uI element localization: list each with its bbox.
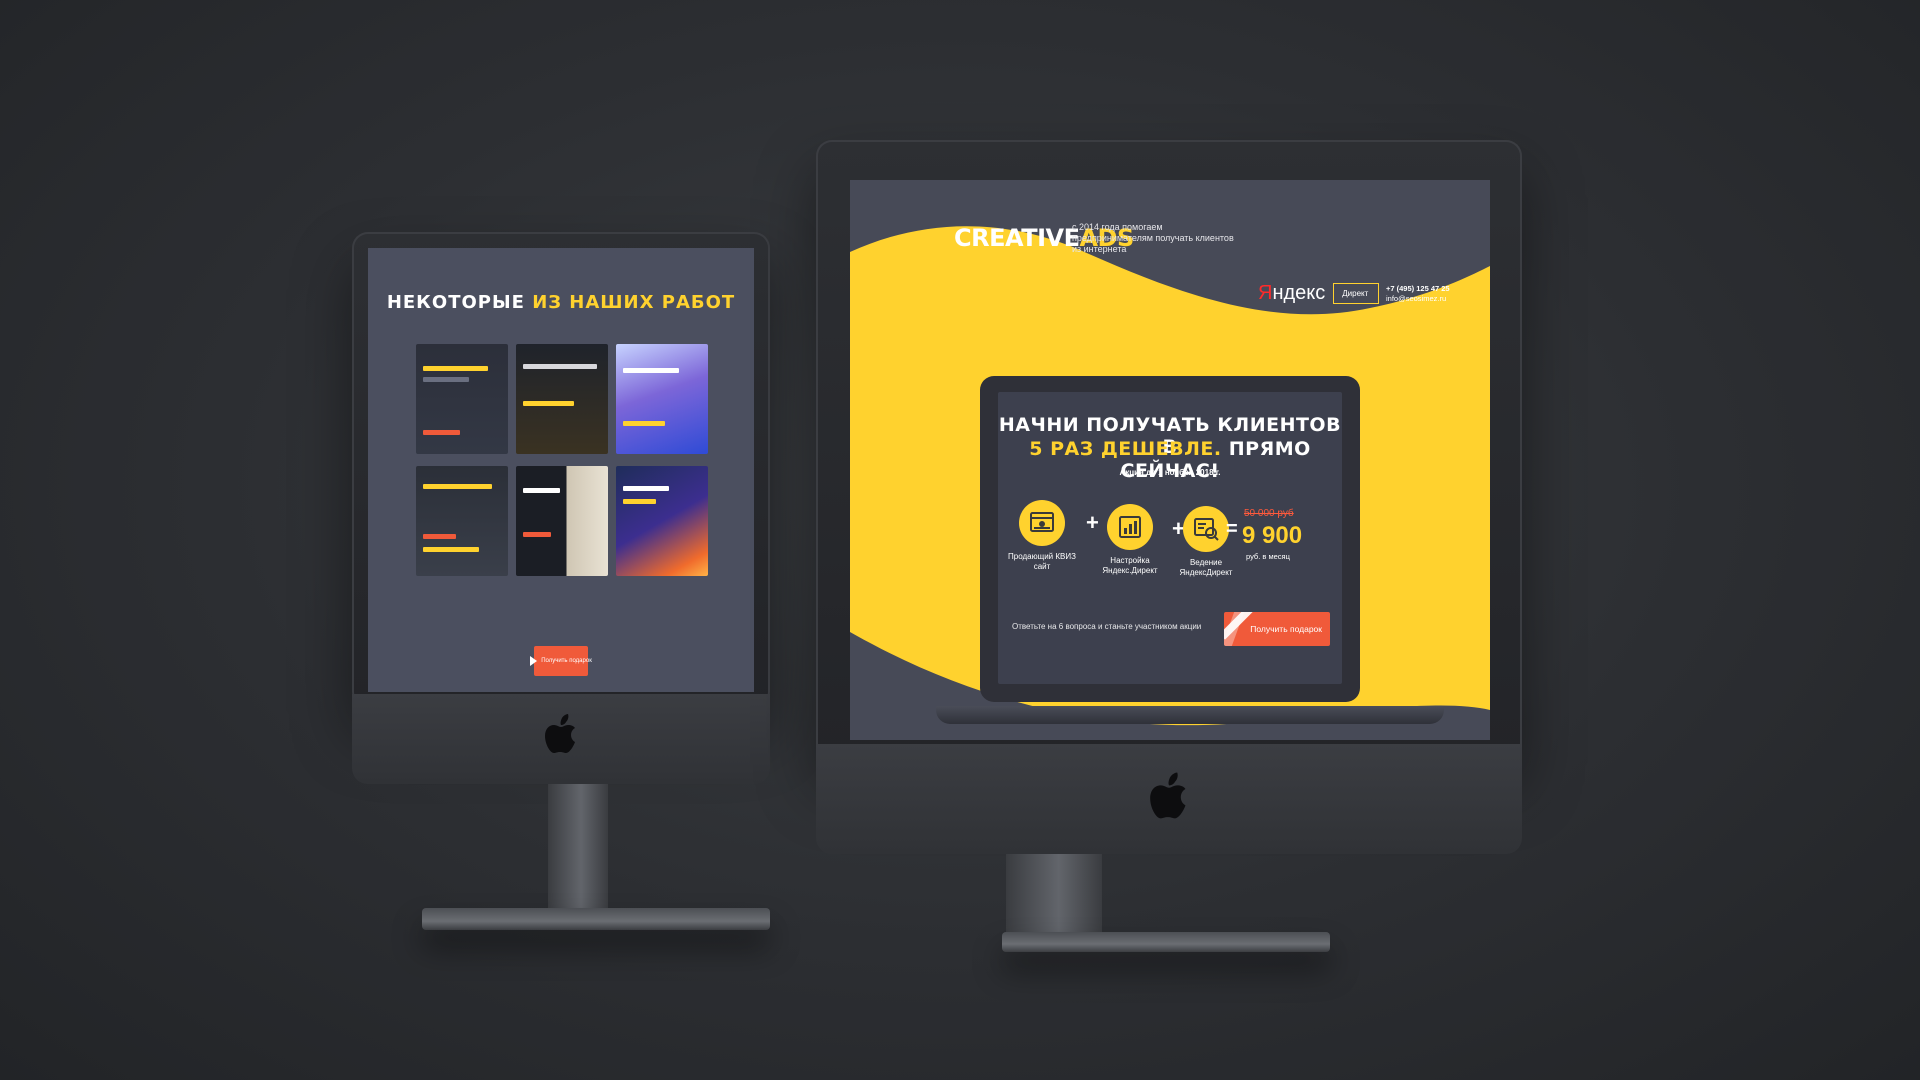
header-contacts: +7 (495) 125 47 25 info@seosimez.ru xyxy=(1386,284,1450,304)
apple-logo-icon xyxy=(544,714,578,759)
portfolio-thumbnail[interactable] xyxy=(616,466,708,576)
gift-ribbon-stripe xyxy=(1224,612,1245,646)
analytics-icon xyxy=(1183,506,1229,552)
laptop-mockup: Начни получать клиентов в 5 раз дешевле.… xyxy=(980,376,1360,702)
left-imac: Некоторые из наших работ xyxy=(352,232,770,978)
logo-main: CREATIVE xyxy=(954,224,1080,252)
get-gift-button-label: Получить подарок xyxy=(1250,624,1322,634)
laptop-base xyxy=(936,706,1444,724)
promo-deadline: Акция до 1 ноября 2018 г. xyxy=(1119,468,1221,477)
service-label: Ведение ЯндексДирект xyxy=(1179,558,1233,577)
get-gift-button-label: Получить подарок xyxy=(541,658,592,664)
old-price: 50 000 руб xyxy=(1244,508,1294,519)
right-imac-stand-neck xyxy=(1006,854,1102,934)
right-imac: CREATIVEADS с 2014 года помогаем предпри… xyxy=(816,140,1522,958)
service-label: Продающий КВИЗ сайт xyxy=(1008,552,1076,571)
header-tagline: с 2014 года помогаем предпринимателям по… xyxy=(1072,222,1234,254)
equals-operator: = xyxy=(1226,518,1238,540)
portfolio-thumbnail[interactable] xyxy=(616,344,708,454)
chart-icon xyxy=(1107,504,1153,550)
price-period: руб. в месяц xyxy=(1246,552,1290,561)
laptop-screen: Начни получать клиентов в 5 раз дешевле.… xyxy=(998,392,1342,684)
left-imac-stand-base xyxy=(422,908,770,930)
yandex-direct-partner: Яндекс Директ xyxy=(1258,282,1380,305)
right-imac-screen: CREATIVEADS с 2014 года помогаем предпри… xyxy=(850,180,1490,740)
left-imac-chin xyxy=(352,694,770,784)
play-icon xyxy=(530,656,538,666)
portfolio-thumbnail[interactable] xyxy=(416,466,508,576)
get-gift-button[interactable]: Получить подарок xyxy=(530,646,592,676)
hero-headline-highlight: 5 раз дешевле. xyxy=(1029,438,1222,460)
portfolio-thumbnail[interactable] xyxy=(516,344,608,454)
service-direct-management: Ведение ЯндексДирект xyxy=(1178,506,1234,578)
portfolio-title: Некоторые из наших работ xyxy=(368,292,754,313)
service-quiz-site: Продающий КВИЗ сайт xyxy=(1004,500,1080,572)
website-icon xyxy=(1019,500,1065,546)
left-imac-stand-neck xyxy=(548,784,608,910)
service-label: Настройка Яндекс.Директ xyxy=(1102,556,1158,575)
yandex-wordmark: Яндекс xyxy=(1258,282,1326,304)
phone-link[interactable]: +7 (495) 125 47 25 xyxy=(1386,284,1450,294)
get-gift-button[interactable]: Получить подарок xyxy=(1224,612,1330,646)
left-imac-screen: Некоторые из наших работ xyxy=(368,248,754,692)
apple-logo-icon xyxy=(1149,772,1189,825)
cta-description: Ответьте на 6 вопроса и станьте участник… xyxy=(1012,622,1202,631)
portfolio-title-highlight: из наших работ xyxy=(532,292,736,313)
portfolio-title-prefix: Некоторые xyxy=(386,292,525,313)
service-direct-setup: Настройка Яндекс.Директ xyxy=(1092,504,1168,576)
portfolio-grid xyxy=(416,344,708,576)
right-imac-stand-base xyxy=(1002,932,1330,952)
email-link[interactable]: info@seosimez.ru xyxy=(1386,294,1450,304)
portfolio-thumbnail[interactable] xyxy=(516,466,608,576)
right-imac-chin xyxy=(816,744,1522,854)
new-price: 9 900 xyxy=(1242,522,1303,549)
direct-badge: Директ xyxy=(1333,283,1380,304)
portfolio-thumbnail[interactable] xyxy=(416,344,508,454)
